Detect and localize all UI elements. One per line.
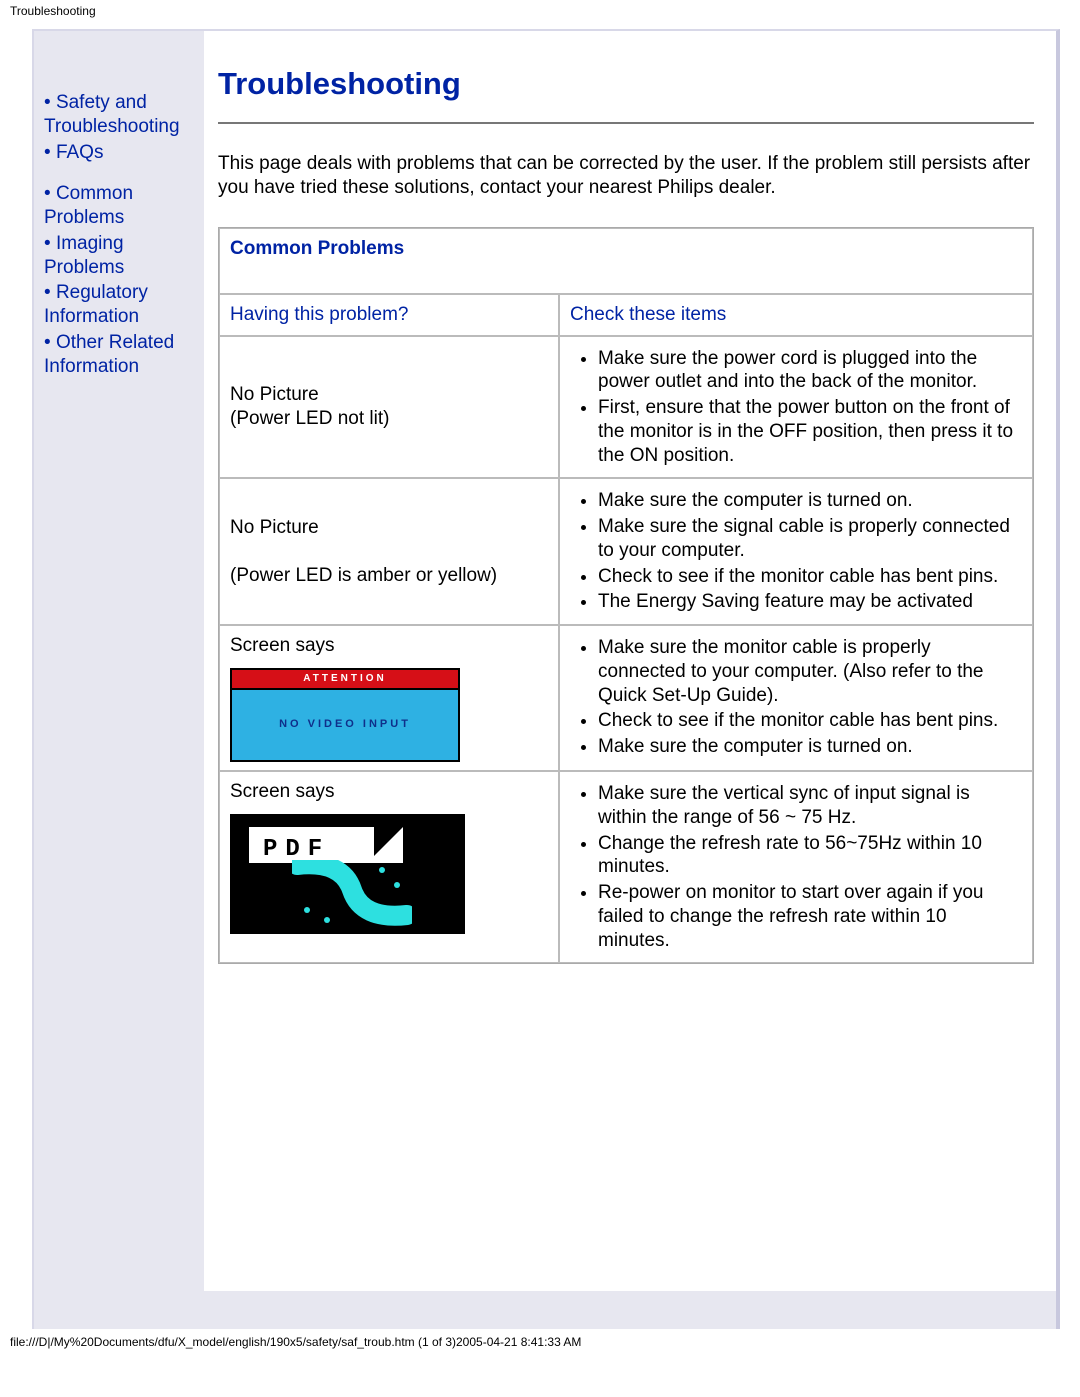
attention-graphic: ATTENTION NO VIDEO INPUT [230, 668, 460, 762]
check-item: Make sure the computer is turned on. [598, 489, 1022, 513]
problem-cell: No Picture (Power LED is amber or yellow… [219, 478, 559, 625]
sidebar-link-label[interactable]: Regulatory Information [44, 282, 148, 327]
check-cell: Make sure the computer is turned on. Mak… [559, 478, 1033, 625]
sidebar-item-common-problems[interactable]: • Common Problems [44, 182, 198, 230]
table-row: Screen says ATTENTION NO VIDEO INPUT Mak… [219, 625, 1033, 771]
table-row: Screen says PDF [219, 771, 1033, 963]
sidebar-link-label[interactable]: Common Problems [44, 183, 133, 228]
check-item: Make sure the vertical sync of input sig… [598, 782, 1022, 830]
check-item: First, ensure that the power button on t… [598, 396, 1022, 467]
check-item: Check to see if the monitor cable has be… [598, 565, 1022, 589]
pdf-graphic: PDF [230, 814, 465, 934]
check-cell: Make sure the monitor cable is properly … [559, 625, 1033, 771]
sidebar-item-regulatory[interactable]: • Regulatory Information [44, 281, 198, 329]
col-header-check: Check these items [559, 294, 1033, 336]
problem-line2: (Power LED not lit) [230, 408, 389, 429]
sidebar-item-safety[interactable]: • Safety and Troubleshooting [44, 91, 198, 139]
problem-line2: (Power LED is amber or yellow) [230, 565, 497, 586]
check-item: Make sure the monitor cable is properly … [598, 636, 1022, 707]
page-title: Troubleshooting [218, 65, 1034, 104]
page-frame: • Safety and Troubleshooting • FAQs • Co… [32, 29, 1060, 1329]
col-header-problem: Having this problem? [219, 294, 559, 336]
check-item: Make sure the signal cable is properly c… [598, 515, 1022, 563]
check-cell: Make sure the vertical sync of input sig… [559, 771, 1033, 963]
main-content: Troubleshooting This page deals with pro… [204, 31, 1056, 1291]
table-section-title: Common Problems [219, 228, 1033, 294]
attention-header: ATTENTION [232, 670, 458, 691]
problem-line1: Screen says [230, 635, 335, 656]
attention-body: NO VIDEO INPUT [232, 690, 458, 760]
table-row: No Picture (Power LED not lit) Make sure… [219, 336, 1033, 479]
status-footer: file:///D|/My%20Documents/dfu/X_model/en… [0, 1329, 1080, 1356]
problem-cell: Screen says ATTENTION NO VIDEO INPUT [219, 625, 559, 771]
check-item: Make sure the power cord is plugged into… [598, 347, 1022, 395]
sidebar-item-faqs[interactable]: • FAQs [44, 141, 198, 165]
sidebar-item-imaging-problems[interactable]: • Imaging Problems [44, 232, 198, 280]
sidebar-nav: • Safety and Troubleshooting • FAQs • Co… [34, 31, 204, 406]
sidebar-link-label[interactable]: Safety and Troubleshooting [44, 92, 180, 137]
sidebar-item-other-related[interactable]: • Other Related Information [44, 331, 198, 379]
problem-line1: No Picture [230, 517, 319, 538]
sidebar-link-label[interactable]: FAQs [56, 142, 104, 163]
section-title-text: Common Problems [230, 238, 404, 259]
divider [218, 122, 1034, 124]
check-item: The Energy Saving feature may be activat… [598, 590, 1022, 614]
problem-line1: No Picture [230, 384, 319, 405]
problem-line1: Screen says [230, 781, 335, 802]
check-item: Make sure the computer is turned on. [598, 735, 1022, 759]
check-item: Check to see if the monitor cable has be… [598, 709, 1022, 733]
troubleshooting-table: Common Problems Having this problem? Che… [218, 227, 1034, 964]
check-item: Re-power on monitor to start over again … [598, 881, 1022, 952]
problem-cell: No Picture (Power LED not lit) [219, 336, 559, 479]
table-row: No Picture (Power LED is amber or yellow… [219, 478, 1033, 625]
intro-paragraph: This page deals with problems that can b… [218, 152, 1034, 200]
check-cell: Make sure the power cord is plugged into… [559, 336, 1033, 479]
check-item: Change the refresh rate to 56~75Hz withi… [598, 832, 1022, 880]
sidebar-link-label[interactable]: Imaging Problems [44, 233, 124, 278]
problem-cell: Screen says PDF [219, 771, 559, 963]
pdf-swoosh-icon [292, 860, 412, 930]
sidebar-link-label[interactable]: Other Related Information [44, 332, 174, 377]
browser-title: Troubleshooting [0, 0, 1080, 21]
